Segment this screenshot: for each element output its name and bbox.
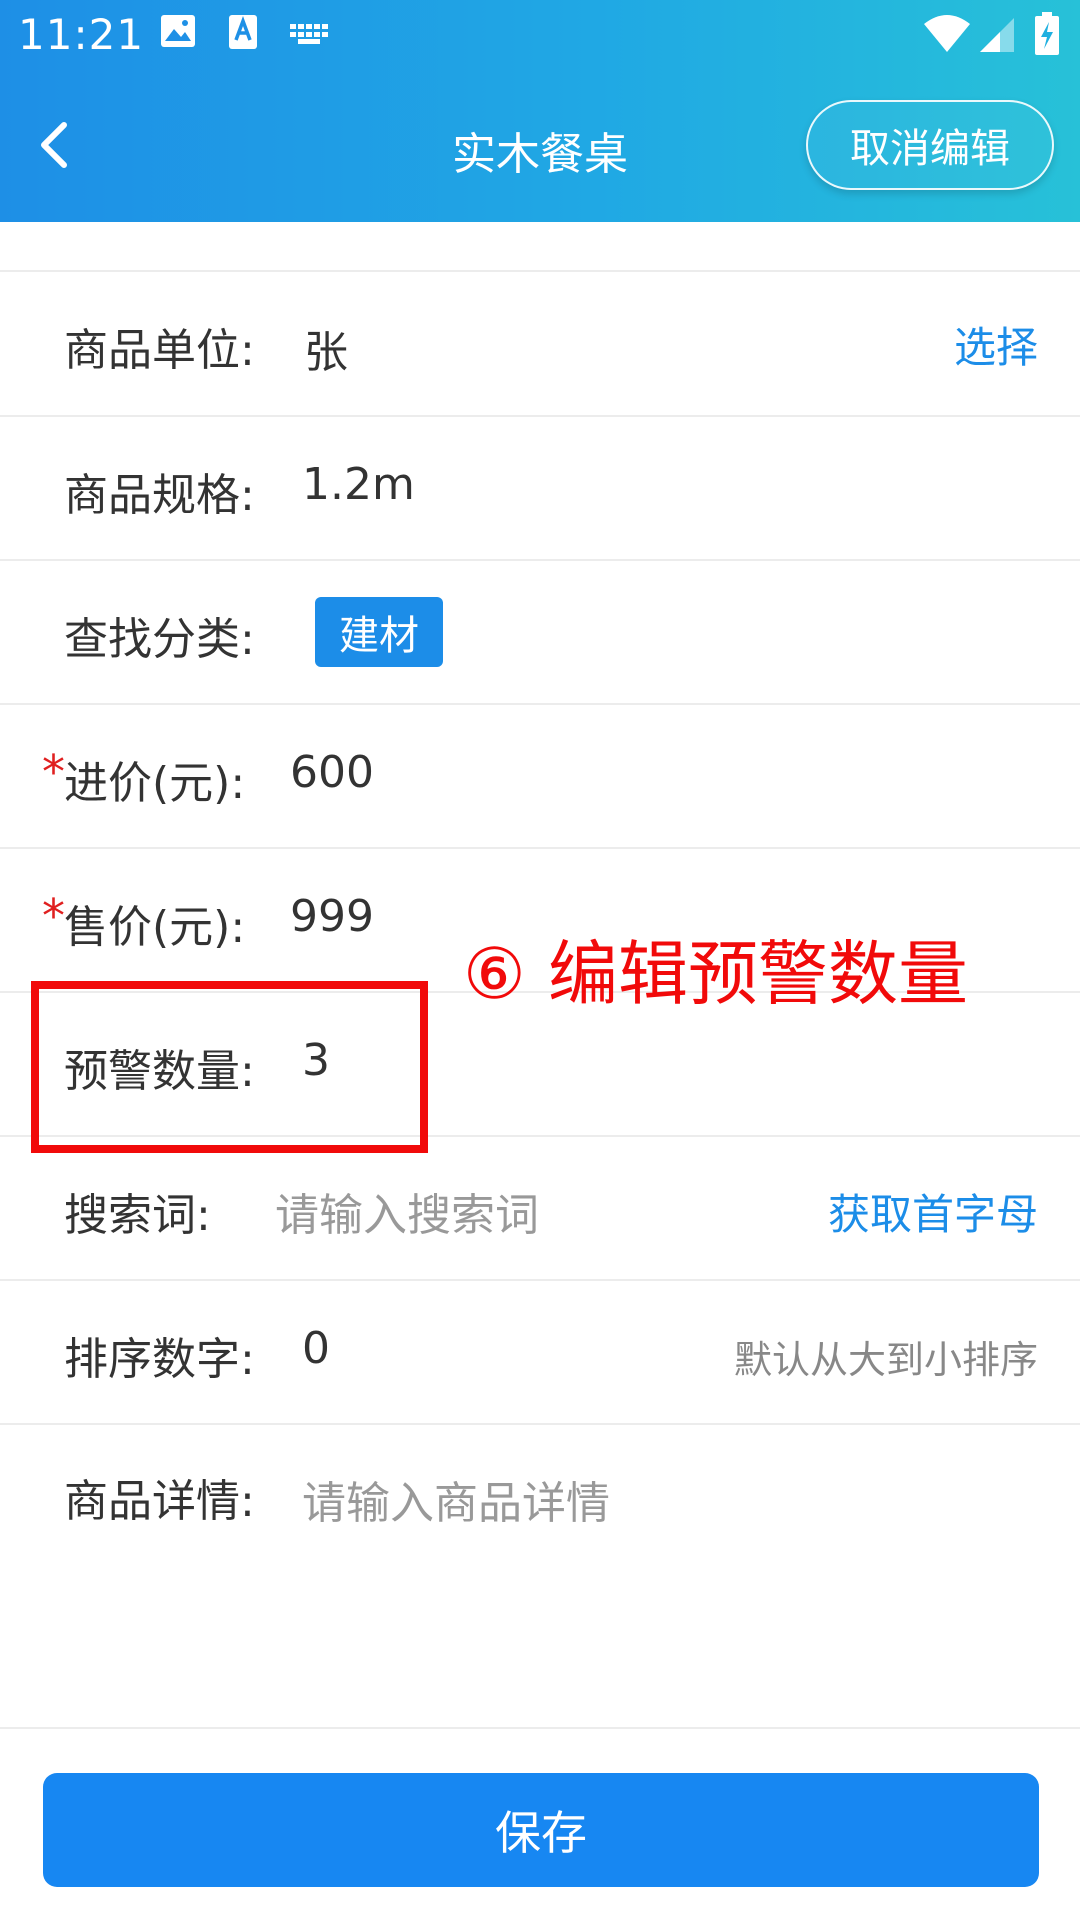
annotation-highlight-box: [31, 981, 428, 1153]
text-a-icon: [228, 14, 258, 54]
keyboard-icon: [290, 24, 330, 48]
sort-label: 排序数字:: [64, 1334, 255, 1385]
get-initials-link[interactable]: 获取首字母: [828, 1181, 1038, 1242]
status-bar: 11:21: [0, 0, 1080, 72]
detail-textarea[interactable]: 请输入商品详情: [302, 1467, 610, 1531]
image-icon: [160, 14, 196, 52]
search-term-label: 搜索词:: [64, 1190, 211, 1241]
select-unit-link[interactable]: 选择: [954, 314, 1038, 375]
sort-input[interactable]: 0: [302, 1323, 330, 1374]
spec-label: 商品规格:: [64, 470, 255, 521]
form-row-spec: 商品规格: 1.2m: [0, 417, 1080, 561]
search-term-input[interactable]: 请输入搜索词: [275, 1179, 539, 1243]
form-row-sort: 排序数字: 0 默认从大到小排序: [0, 1281, 1080, 1425]
divider: [0, 1727, 1080, 1729]
save-label: 保存: [495, 1806, 587, 1860]
detail-label: 商品详情:: [64, 1476, 255, 1527]
wifi-icon: [922, 14, 972, 58]
form-row-detail: 商品详情: 请输入商品详情: [0, 1425, 1080, 1725]
required-mark: *: [42, 889, 65, 943]
unit-label: 商品单位:: [64, 325, 255, 376]
required-mark: *: [42, 745, 65, 799]
cancel-edit-button[interactable]: 取消编辑: [806, 100, 1054, 190]
annotation-text: ⑥ 编辑预警数量: [463, 933, 969, 1015]
category-label: 查找分类:: [64, 614, 255, 665]
form-row-purchase-price: * 进价(元): 600: [0, 705, 1080, 849]
category-tag[interactable]: 建材: [315, 597, 443, 667]
cancel-edit-label: 取消编辑: [850, 126, 1010, 172]
form-row-search-term: 搜索词: 请输入搜索词 获取首字母: [0, 1137, 1080, 1281]
signal-icon: [978, 16, 1016, 58]
sale-price-input[interactable]: 999: [290, 891, 374, 942]
unit-value: 张: [304, 327, 348, 378]
save-button[interactable]: 保存: [43, 1773, 1039, 1887]
purchase-price-label: 进价(元):: [64, 758, 246, 809]
app-header: 11:21 实木餐桌 取消编辑: [0, 0, 1080, 222]
form-row-category: 查找分类: 建材: [0, 561, 1080, 705]
sale-price-label: 售价(元):: [64, 902, 246, 953]
battery-charging-icon: [1034, 12, 1060, 60]
form-row-unit: 商品单位: 张 选择: [0, 272, 1080, 416]
status-time: 11:21: [18, 10, 145, 59]
purchase-price-input[interactable]: 600: [290, 747, 374, 798]
sort-hint: 默认从大到小排序: [733, 1338, 1038, 1382]
spec-input[interactable]: 1.2m: [302, 459, 415, 510]
